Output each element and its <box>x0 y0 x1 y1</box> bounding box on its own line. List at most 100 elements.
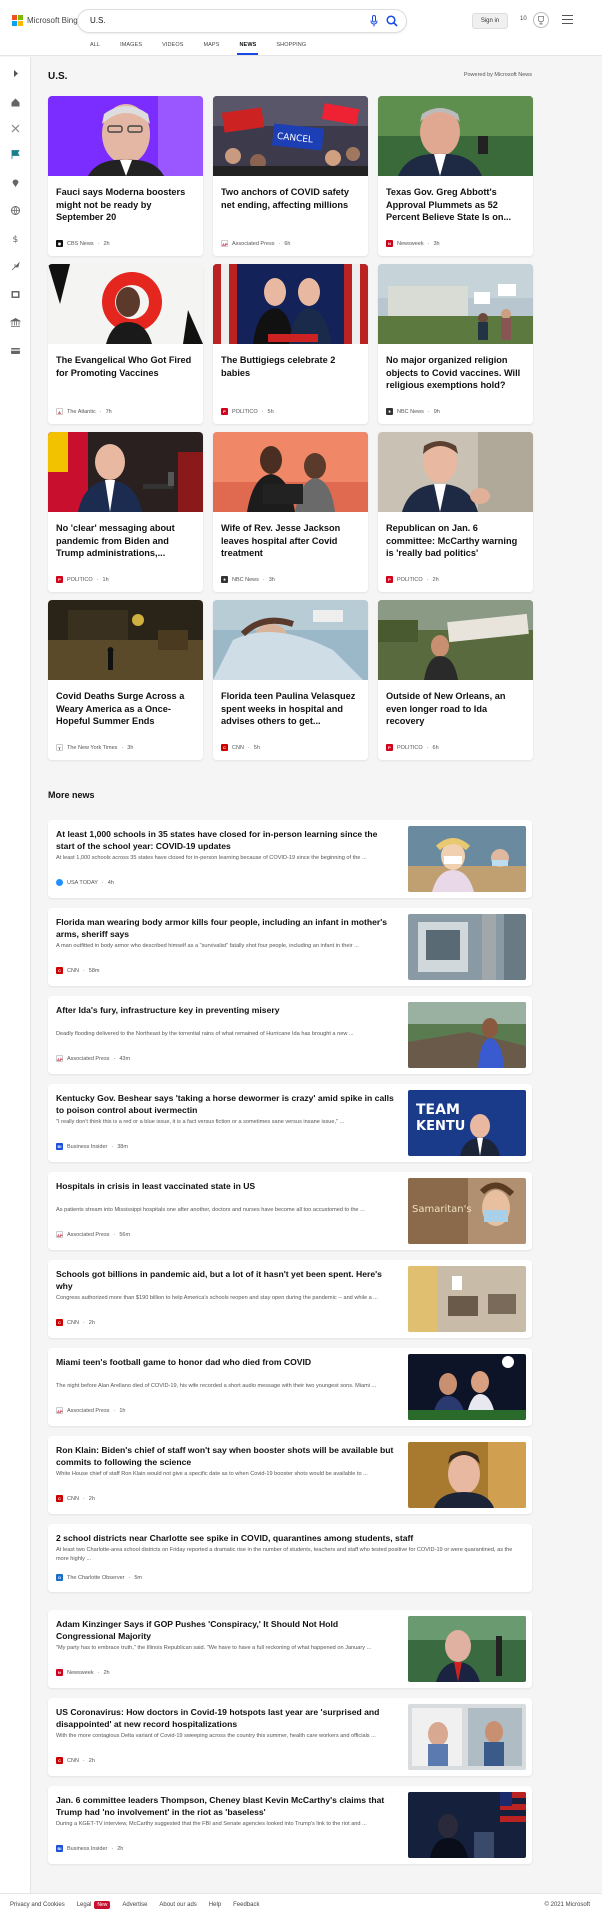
news-list-item[interactable]: After Ida's fury, infrastructure key in … <box>48 996 532 1074</box>
expand-chevron-icon[interactable] <box>10 68 21 79</box>
news-card[interactable]: Outside of New Orleans, an even longer r… <box>378 600 533 760</box>
card-title[interactable]: The Buttigiegs celebrate 2 babies <box>221 354 361 379</box>
news-title[interactable]: US Coronavirus: How doctors in Covid-19 … <box>56 1706 398 1730</box>
news-list-item[interactable]: Schools got billions in pandemic aid, bu… <box>48 1260 532 1338</box>
home-icon[interactable] <box>10 97 21 108</box>
source-name: CNN <box>232 744 244 751</box>
news-title[interactable]: Miami teen's football game to honor dad … <box>56 1356 398 1368</box>
news-list-item[interactable]: US Coronavirus: How doctors in Covid-19 … <box>48 1698 532 1776</box>
news-card[interactable]: Republican on Jan. 6 committee: McCarthy… <box>378 432 533 592</box>
rocket-icon[interactable] <box>10 261 21 272</box>
page-footer: Privacy and Cookies Legal New Advertise A… <box>0 1893 602 1917</box>
politics-icon[interactable] <box>10 317 21 328</box>
money-icon[interactable]: $ <box>10 233 21 244</box>
news-card[interactable]: Florida teen Paulina Velasquez spent wee… <box>213 600 368 760</box>
news-card[interactable]: No major organized religion objects to C… <box>378 264 533 424</box>
time-ago: 2h <box>103 1669 110 1676</box>
card-title[interactable]: Covid Deaths Surge Across a Weary Americ… <box>56 690 196 728</box>
card-title[interactable]: Florida teen Paulina Velasquez spent wee… <box>221 690 361 728</box>
news-thumbnail <box>408 1616 526 1682</box>
news-title[interactable]: Jan. 6 committee leaders Thompson, Chene… <box>56 1794 398 1818</box>
location-pin-icon[interactable] <box>10 177 21 188</box>
news-list-item[interactable]: At least 1,000 schools in 35 states have… <box>48 820 532 898</box>
tab-all[interactable]: ALL <box>80 40 110 56</box>
footer-link-about-ads[interactable]: About our ads <box>159 1902 196 1908</box>
news-list-item[interactable]: Miami teen's football game to honor dad … <box>48 1348 532 1426</box>
rewards-trophy-icon[interactable] <box>533 12 549 28</box>
footer-link-legal[interactable]: Legal New <box>77 1901 111 1909</box>
time-ago: 2h <box>432 576 439 583</box>
news-card[interactable]: The Buttigiegs celebrate 2 babies P POLI… <box>213 264 368 424</box>
search-query[interactable]: U.S. <box>90 16 106 25</box>
news-list-item[interactable]: Hospitals in crisis in least vaccinated … <box>48 1172 532 1250</box>
footer-link-advertise[interactable]: Advertise <box>122 1902 147 1908</box>
card-image <box>213 264 368 344</box>
card-source: P POLITICO · 2h <box>386 576 439 583</box>
microphone-icon[interactable] <box>370 15 378 27</box>
wallet-icon[interactable] <box>10 345 21 356</box>
globe-icon[interactable] <box>10 205 21 216</box>
flag-icon[interactable] <box>10 149 21 160</box>
entertainment-icon[interactable] <box>10 289 21 300</box>
news-title[interactable]: Kentucky Gov. Beshear says 'taking a hor… <box>56 1092 398 1116</box>
card-title[interactable]: Outside of New Orleans, an even longer r… <box>386 690 526 728</box>
news-title[interactable]: Ron Klain: Biden's chief of staff won't … <box>56 1444 398 1468</box>
card-title[interactable]: Republican on Jan. 6 committee: McCarthy… <box>386 522 526 560</box>
card-title[interactable]: No major organized religion objects to C… <box>386 354 526 392</box>
news-title[interactable]: At least 1,000 schools in 35 states have… <box>56 828 398 852</box>
news-card[interactable]: Fauci says Moderna boosters might not be… <box>48 96 203 256</box>
news-source: C CNN · 58m <box>56 967 99 974</box>
top-header: Microsoft Bing U.S. Sign in 10 ALL IMAGE… <box>0 0 602 56</box>
news-card[interactable]: Texas Gov. Greg Abbott's Approval Plumme… <box>378 96 533 256</box>
source-name: Associated Press <box>232 240 275 247</box>
card-image <box>48 432 203 512</box>
card-title[interactable]: Texas Gov. Greg Abbott's Approval Plumme… <box>386 186 526 224</box>
news-card[interactable]: CANCEL Two anchors of COVID safety net e… <box>213 96 368 256</box>
time-ago: 9h <box>433 408 440 415</box>
news-list-item[interactable]: Kentucky Gov. Beshear says 'taking a hor… <box>48 1084 532 1162</box>
news-thumbnail <box>408 1002 526 1068</box>
tab-news[interactable]: NEWS <box>229 40 266 56</box>
news-title[interactable]: After Ida's fury, infrastructure key in … <box>56 1004 398 1016</box>
tab-shopping[interactable]: SHOPPING <box>266 40 316 56</box>
news-title[interactable]: Hospitals in crisis in least vaccinated … <box>56 1180 398 1192</box>
bing-logo[interactable]: Microsoft Bing <box>12 15 78 26</box>
footer-link-feedback[interactable]: Feedback <box>233 1902 259 1908</box>
news-title[interactable]: Adam Kinzinger Says if GOP Pushes 'Consp… <box>56 1618 398 1642</box>
time-ago: 2h <box>88 1495 95 1502</box>
tab-maps[interactable]: MAPS <box>193 40 229 56</box>
news-list-item[interactable]: Ron Klain: Biden's chief of staff won't … <box>48 1436 532 1514</box>
card-title[interactable]: The Evangelical Who Got Fired for Promot… <box>56 354 196 379</box>
politico-icon: P <box>221 408 228 415</box>
nbc-icon: ✶ <box>221 576 228 583</box>
news-card[interactable]: The Evangelical Who Got Fired for Promot… <box>48 264 203 424</box>
news-title[interactable]: Florida man wearing body armor kills fou… <box>56 916 398 940</box>
news-title[interactable]: Schools got billions in pandemic aid, bu… <box>56 1268 398 1292</box>
sign-in-button[interactable]: Sign in <box>472 13 508 29</box>
news-card[interactable]: Covid Deaths Surge Across a Weary Americ… <box>48 600 203 760</box>
card-title[interactable]: Wife of Rev. Jesse Jackson leaves hospit… <box>221 522 361 560</box>
newsweek-icon: N <box>56 1669 63 1676</box>
hamburger-menu-icon[interactable] <box>562 15 573 24</box>
card-image: CANCEL <box>213 96 368 176</box>
card-title[interactable]: Fauci says Moderna boosters might not be… <box>56 186 196 224</box>
search-input[interactable]: U.S. <box>78 10 406 32</box>
news-title[interactable]: 2 school districts near Charlotte see sp… <box>56 1532 516 1544</box>
rewards-count[interactable]: 10 <box>520 16 527 22</box>
crosshair-icon[interactable] <box>10 123 21 134</box>
card-title[interactable]: Two anchors of COVID safety net ending, … <box>221 186 361 211</box>
footer-link-privacy[interactable]: Privacy and Cookies <box>10 1902 65 1908</box>
news-card[interactable]: Wife of Rev. Jesse Jackson leaves hospit… <box>213 432 368 592</box>
source-name: Associated Press <box>67 1407 110 1414</box>
news-card[interactable]: No 'clear' messaging about pandemic from… <box>48 432 203 592</box>
news-list-item[interactable]: Florida man wearing body armor kills fou… <box>48 908 532 986</box>
card-title[interactable]: No 'clear' messaging about pandemic from… <box>56 522 196 560</box>
tab-images[interactable]: IMAGES <box>110 40 152 56</box>
news-list-item[interactable]: Adam Kinzinger Says if GOP Pushes 'Consp… <box>48 1610 532 1688</box>
search-icon[interactable] <box>386 15 398 27</box>
news-list-item[interactable]: Jan. 6 committee leaders Thompson, Chene… <box>48 1786 532 1864</box>
source-name: Business Insider <box>67 1845 108 1852</box>
footer-link-help[interactable]: Help <box>209 1902 221 1908</box>
tab-videos[interactable]: VIDEOS <box>152 40 193 56</box>
news-list-item[interactable]: 2 school districts near Charlotte see sp… <box>48 1524 532 1592</box>
